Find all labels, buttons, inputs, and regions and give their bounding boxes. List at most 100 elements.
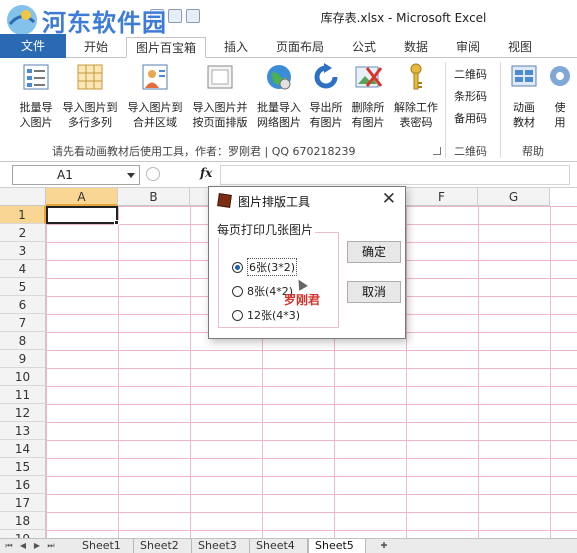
sheet-tab[interactable]: Sheet5 (308, 539, 366, 553)
prev-sheet-icon[interactable]: ◀ (18, 541, 28, 551)
tab-home[interactable]: 开始 (76, 37, 116, 58)
last-sheet-icon[interactable]: ⏭ (46, 541, 56, 551)
row-header[interactable]: 6 (0, 296, 46, 314)
insert-function-icon[interactable]: fx (200, 166, 212, 180)
sheet-tab[interactable]: Sheet1 (76, 539, 134, 553)
row-header[interactable]: 8 (0, 332, 46, 350)
name-box[interactable]: A1 (12, 165, 140, 185)
import-merged-area-button[interactable]: 导入图片到 合并区域 (123, 62, 187, 130)
row-header[interactable]: 10 (0, 368, 46, 386)
group-label-help: 帮助 (522, 145, 544, 158)
row-header[interactable]: 2 (0, 224, 46, 242)
row-header[interactable]: 13 (0, 422, 46, 440)
row-header[interactable]: 7 (0, 314, 46, 332)
tab-view[interactable]: 视图 (500, 37, 540, 58)
row-header[interactable]: 9 (0, 350, 46, 368)
row-header[interactable]: 18 (0, 512, 46, 530)
backup-code-button[interactable]: 备用码 (454, 110, 487, 126)
formula-cancel-icon[interactable] (146, 167, 160, 181)
tab-review[interactable]: 审阅 (448, 37, 488, 58)
ribbon-tabs: 文件 开始 图片百宝箱 插入 页面布局 公式 数据 审阅 视图 (0, 34, 577, 58)
ribbon-label: 网络图片 (257, 116, 301, 129)
sheet-tab[interactable]: Sheet4 (250, 539, 308, 553)
group-title: 每页打印几张图片 (215, 221, 316, 238)
ribbon-label: 动画 (513, 101, 535, 114)
batch-import-images-button[interactable]: 批量导 入图片 (14, 62, 58, 130)
ribbon: 批量导 入图片 导入图片到 多行多列 导入图片到 合并区域 导入图片并 按页面排… (0, 58, 577, 162)
import-multi-row-col-button[interactable]: 导入图片到 多行多列 (58, 62, 122, 130)
radio-icon[interactable] (232, 309, 243, 321)
fill-handle[interactable] (114, 220, 119, 225)
ribbon-label: 导入图片到 (62, 101, 118, 114)
import-page-layout-button[interactable]: 导入图片并 按页面排版 (188, 62, 252, 130)
ribbon-label: 教材 (513, 116, 535, 129)
formula-input[interactable] (220, 165, 570, 185)
author-signature: 罗刚君 (284, 293, 321, 307)
help-icon (550, 66, 570, 86)
dialog-launcher-icon[interactable] (433, 147, 441, 155)
tab-data[interactable]: 数据 (396, 37, 436, 58)
watermark: 河东软件园 (4, 2, 167, 38)
dialog-title-bar: 图片排版工具 ✕ (209, 187, 405, 213)
barcode-button[interactable]: 条形码 (454, 88, 487, 104)
first-sheet-icon[interactable]: ⏮ (4, 541, 14, 551)
ribbon-label: 删除所 (351, 101, 385, 114)
radio-option-6[interactable]: 6张(3*2) (232, 258, 298, 276)
ribbon-label: 入图片 (19, 116, 53, 129)
batch-import-web-images-button[interactable]: 批量导入 网络图片 (253, 62, 305, 130)
row-header[interactable]: 3 (0, 242, 46, 260)
usage-help-button[interactable]: 使 用 (545, 62, 575, 130)
qrcode-button[interactable]: 二维码 (454, 66, 487, 82)
tab-formulas[interactable]: 公式 (344, 37, 384, 58)
sheet-tab-bar: ⏮ ◀ ▶ ⏭ Sheet1 Sheet2 Sheet3 Sheet4 Sheet5 ✚ (0, 538, 577, 553)
animation-icon (511, 65, 537, 87)
sheet-tab[interactable]: Sheet2 (134, 539, 192, 553)
close-icon[interactable]: ✕ (382, 190, 396, 208)
title-bar: 库存表.xlsx - Microsoft Excel 河东软件园 (0, 0, 577, 37)
row-header[interactable]: 14 (0, 440, 46, 458)
radio-icon[interactable] (232, 285, 243, 297)
row-header[interactable]: 19 (0, 530, 46, 538)
tab-page-layout[interactable]: 页面布局 (268, 37, 332, 58)
row-header[interactable]: 5 (0, 278, 46, 296)
chevron-down-icon[interactable] (127, 173, 135, 178)
column-header[interactable]: G (478, 188, 550, 206)
new-sheet-icon[interactable]: ✚ (377, 541, 391, 551)
tab-image-toolbox[interactable]: 图片百宝箱 (126, 37, 206, 58)
delete-all-images-button[interactable]: 删除所 有图片 (347, 62, 389, 130)
ribbon-label: 表密码 (399, 116, 433, 129)
select-all-corner[interactable] (0, 188, 46, 206)
row-header[interactable]: 11 (0, 386, 46, 404)
column-header[interactable]: A (46, 188, 118, 206)
active-cell[interactable] (46, 206, 118, 224)
sheet-tab[interactable]: Sheet3 (192, 539, 250, 553)
column-header[interactable]: B (118, 188, 190, 206)
ribbon-label: 导出所 (309, 101, 343, 114)
ribbon-separator (500, 62, 501, 158)
tab-file[interactable]: 文件 (0, 34, 66, 58)
animation-tutorial-button[interactable]: 动画 教材 (506, 62, 542, 130)
tab-insert[interactable]: 插入 (216, 37, 256, 58)
refresh-icon (314, 63, 338, 89)
cancel-button[interactable]: 取消 (347, 281, 401, 303)
remove-sheet-password-button[interactable]: 解除工作 表密码 (390, 62, 442, 130)
column-header[interactable]: F (406, 188, 478, 206)
row-header[interactable]: 4 (0, 260, 46, 278)
row-header[interactable]: 17 (0, 494, 46, 512)
dialog-title: 图片排版工具 (238, 195, 311, 209)
ribbon-label: 合并区域 (133, 116, 177, 129)
row-header[interactable]: 16 (0, 476, 46, 494)
ribbon-label: 解除工作 (394, 101, 438, 114)
ok-button[interactable]: 确定 (347, 241, 401, 263)
globe-icon (267, 65, 291, 90)
row-header[interactable]: 1 (0, 206, 46, 224)
ribbon-label: 批量导 (19, 101, 53, 114)
delete-image-icon (355, 66, 383, 88)
row-header[interactable]: 15 (0, 458, 46, 476)
next-sheet-icon[interactable]: ▶ (32, 541, 42, 551)
row-header[interactable]: 12 (0, 404, 46, 422)
export-all-images-button[interactable]: 导出所 有图片 (305, 62, 347, 130)
radio-option-12[interactable]: 12张(4*3) (232, 307, 300, 323)
ribbon-label: 用 (554, 116, 566, 129)
radio-selected-icon[interactable] (232, 261, 243, 273)
